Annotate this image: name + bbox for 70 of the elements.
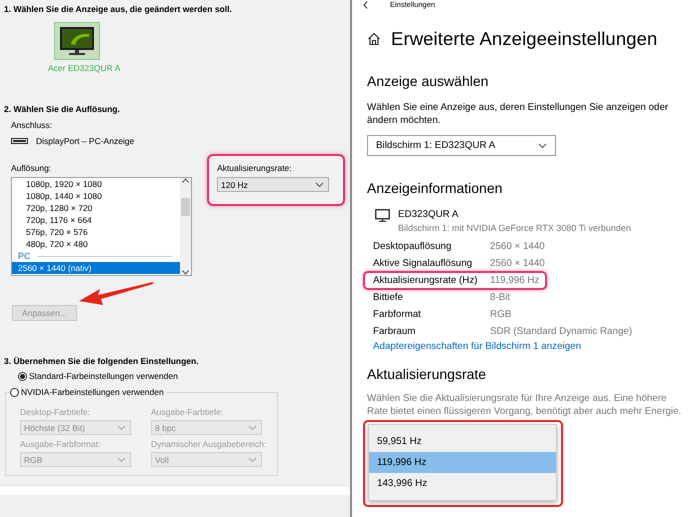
info-value: 2560 × 1440 (490, 258, 545, 269)
list-item[interactable]: 1080p, 1920 × 1080 (12, 178, 180, 190)
scroll-thumb (181, 198, 190, 216)
chevron-down-icon (248, 424, 257, 430)
field-label: Desktop-Farbtiefe: (20, 407, 91, 417)
info-value: 119,996 Hz (490, 275, 540, 286)
dropdown-value: RGB (24, 454, 42, 464)
field-label: Dynamischer Ausgabebereich: (151, 439, 268, 449)
list-item[interactable]: 720p, 1280 × 720 (12, 202, 180, 214)
monitor-icon (59, 26, 95, 56)
field-label: Anschluss: (11, 120, 54, 130)
list-item[interactable]: 480p, 720 × 480 (12, 238, 180, 250)
info-label: Bittiefe (373, 292, 404, 303)
info-label: Desktopauflösung (373, 241, 452, 252)
dropdown-value: Höchste (32 Bit) (24, 422, 85, 432)
connection-text: DisplayPort – PC-Anzeige (36, 136, 134, 146)
info-value: 2560 × 1440 (490, 241, 545, 252)
section-heading: Anzeigeinformationen (367, 180, 504, 196)
chevron-down-icon (117, 424, 126, 430)
section-heading: Anzeige auswählen (367, 73, 490, 89)
field-label: Ausgabe-Farbformat: (20, 439, 102, 449)
description: Wählen Sie die Aktualisierungsrate für Ihre Anzeige aus. Eine höhere Rate bietet einen flüssigeren Vorgang, benötigt aber auch mehr Energie. (367, 392, 682, 418)
chevron-down-icon (538, 142, 547, 148)
menu-item[interactable]: 143,996 Hz (369, 473, 556, 494)
adapter-link[interactable]: Adaptereigenschaften für Bildschirm 1 anzeigen (373, 341, 690, 352)
scroll-down-icon (182, 270, 189, 275)
section-heading: 3. Übernehmen Sie die folgenden Einstellungen. (4, 356, 200, 366)
home-icon[interactable] (367, 32, 381, 46)
section-heading: 2. Wählen Sie die Auflösung. (4, 104, 121, 114)
connector-icon (11, 138, 28, 144)
info-value: RGB (490, 309, 512, 320)
list-item[interactable]: 2560 × 1440 (nativ) (12, 262, 180, 274)
list-item[interactable]: 720p, 1176 × 664 (12, 214, 180, 226)
list-item[interactable]: 576p, 720 × 576 (12, 226, 180, 238)
display-label: Acer ED323QUR A (48, 63, 122, 73)
field-label: Auflösung: (11, 163, 52, 173)
info-label: Farbformat (373, 309, 422, 320)
dropdown-value: Voll (155, 454, 169, 464)
menu-item[interactable]: 59,951 Hz (369, 431, 556, 452)
page-title: Erweiterte Anzeigeeinstellungen (391, 28, 658, 50)
display-tile[interactable] (54, 22, 100, 60)
chevron-down-icon (117, 456, 126, 462)
dropdown-value: 120 Hz (221, 180, 248, 190)
monitor-subtitle: Bildschirm 1: mit NVIDIA GeForce RTX 3080 Ti verbunden (398, 223, 631, 233)
list-item[interactable]: 1080p, 1440 × 1080 (12, 190, 180, 202)
section-heading: 1. Wählen Sie die Anzeige aus, die geändert werden soll. (4, 4, 233, 14)
monitor-icon (375, 209, 390, 222)
display-dropdown[interactable]: Bildschirm 1: ED323QUR A (367, 135, 556, 156)
chevron-down-icon (315, 182, 324, 188)
section-heading: Aktualisierungsrate (367, 366, 488, 382)
radio-button[interactable] (10, 388, 19, 396)
field-label: Ausgabe-Farbtiefe: (151, 407, 224, 417)
menu-item[interactable]: 119,996 Hz (369, 452, 556, 473)
info-label: Aktive Signalauflösung (373, 258, 474, 269)
info-value: 8-Bit (490, 292, 510, 303)
description: Wählen Sie eine Anzeige aus, deren Einstellungen Sie anzeigen oder ändern möchten. (367, 101, 670, 127)
refresh-rate-dropdown[interactable]: 120 Hz (217, 177, 329, 192)
scroll-up-icon (182, 178, 189, 183)
monitor-name: ED323QUR A (398, 209, 460, 220)
radio-label[interactable]: Standard-Farbeinstellungen verwenden (29, 371, 178, 381)
field-label: Aktualisierungsrate: (217, 163, 293, 173)
back-icon[interactable] (363, 0, 368, 8)
info-label: Aktualisierungsrate (Hz) (373, 275, 479, 286)
dropdown-value: Bildschirm 1: ED323QUR A (376, 140, 496, 151)
info-label: Farbraum (373, 326, 416, 337)
chevron-down-icon (248, 456, 257, 462)
radio-button[interactable] (18, 372, 27, 380)
dropdown-value: 8 bpc (155, 422, 176, 432)
group-label: PC (18, 251, 31, 261)
info-value: SDR (Standard Dynamic Range) (490, 326, 632, 337)
